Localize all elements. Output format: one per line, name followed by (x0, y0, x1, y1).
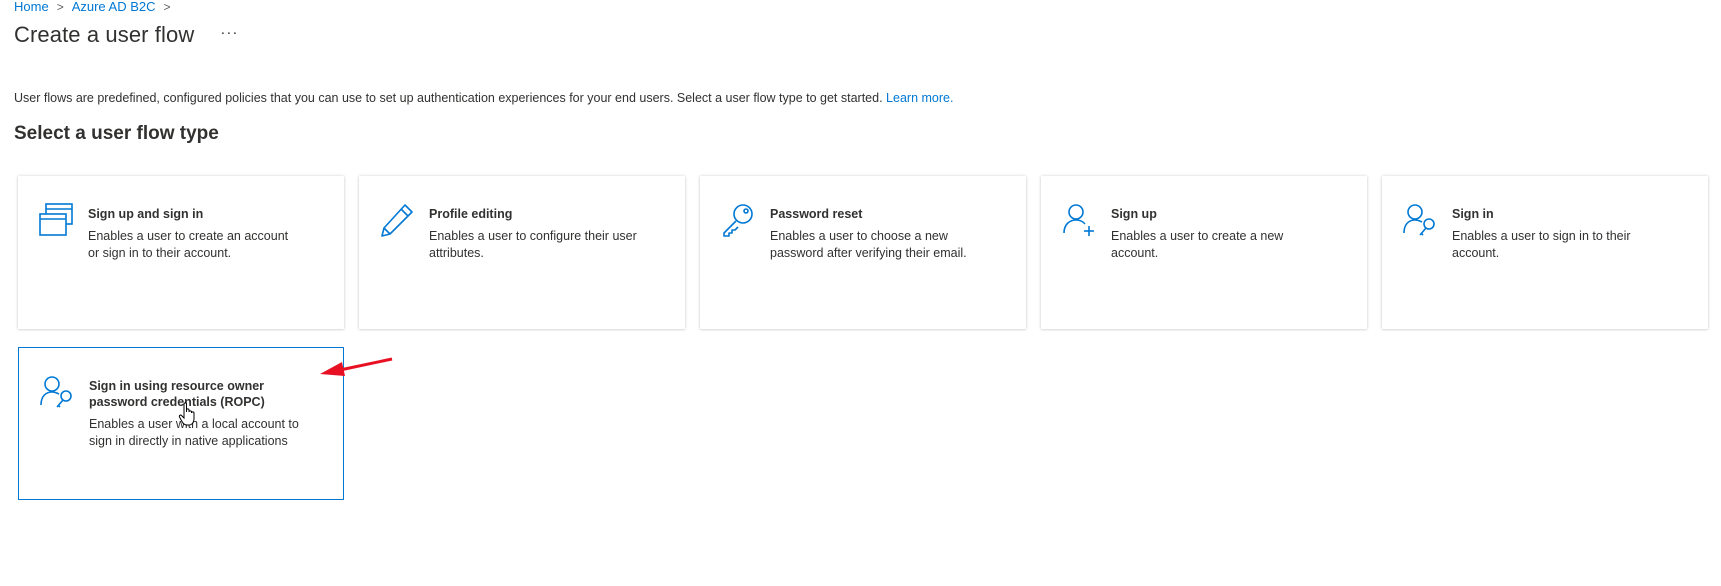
page-title: Create a user flow (14, 22, 195, 47)
title-row: Create a user flow ··· (14, 22, 238, 48)
card-title: Sign in (1452, 207, 1494, 221)
user-add-icon (1061, 202, 1097, 238)
key-icon (720, 202, 756, 238)
card-profile-editing[interactable]: Profile editing Enables a user to config… (359, 176, 685, 329)
breadcrumb-azure-ad-b2c[interactable]: Azure AD B2C (72, 0, 156, 14)
user-key-icon (1402, 202, 1438, 238)
pencil-icon (379, 202, 415, 238)
card-title: Sign up and sign in (88, 207, 204, 221)
card-description: Enables a user to create an account or s… (88, 229, 289, 260)
user-key-icon (39, 374, 75, 410)
breadcrumb-separator: > (56, 0, 64, 14)
card-password-reset[interactable]: Password reset Enables a user to choose … (700, 176, 1026, 329)
card-description: Enables a user to configure their user a… (429, 229, 637, 260)
card-sign-up[interactable]: Sign up Enables a user to create a new a… (1041, 176, 1367, 329)
card-sign-in[interactable]: Sign in Enables a user to sign in to the… (1382, 176, 1708, 329)
card-description: Enables a user to create a new account. (1111, 229, 1284, 260)
card-title: Password reset (770, 207, 863, 221)
breadcrumb-home[interactable]: Home (14, 0, 49, 14)
card-sign-up-and-sign-in[interactable]: Sign up and sign in Enables a user to cr… (18, 176, 344, 329)
windows-icon (38, 202, 74, 238)
hand-cursor-icon (178, 402, 195, 426)
annotation-arrow (320, 357, 393, 376)
card-description: Enables a user to choose a new password … (770, 229, 967, 260)
more-options-button[interactable]: ··· (220, 24, 238, 41)
learn-more-link[interactable]: Learn more. (886, 91, 953, 105)
card-description: Enables a user to sign in to their accou… (1452, 229, 1631, 260)
card-title: Sign up (1111, 207, 1157, 221)
user-flow-type-cards: Sign up and sign in Enables a user to cr… (18, 176, 1718, 506)
breadcrumb-separator: > (163, 0, 171, 14)
description-text: User flows are predefined, configured po… (14, 91, 883, 105)
card-title: Profile editing (429, 207, 513, 221)
section-title: Select a user flow type (14, 123, 219, 144)
page-description: User flows are predefined, configured po… (14, 91, 953, 105)
breadcrumb: Home > Azure AD B2C > (14, 0, 179, 14)
